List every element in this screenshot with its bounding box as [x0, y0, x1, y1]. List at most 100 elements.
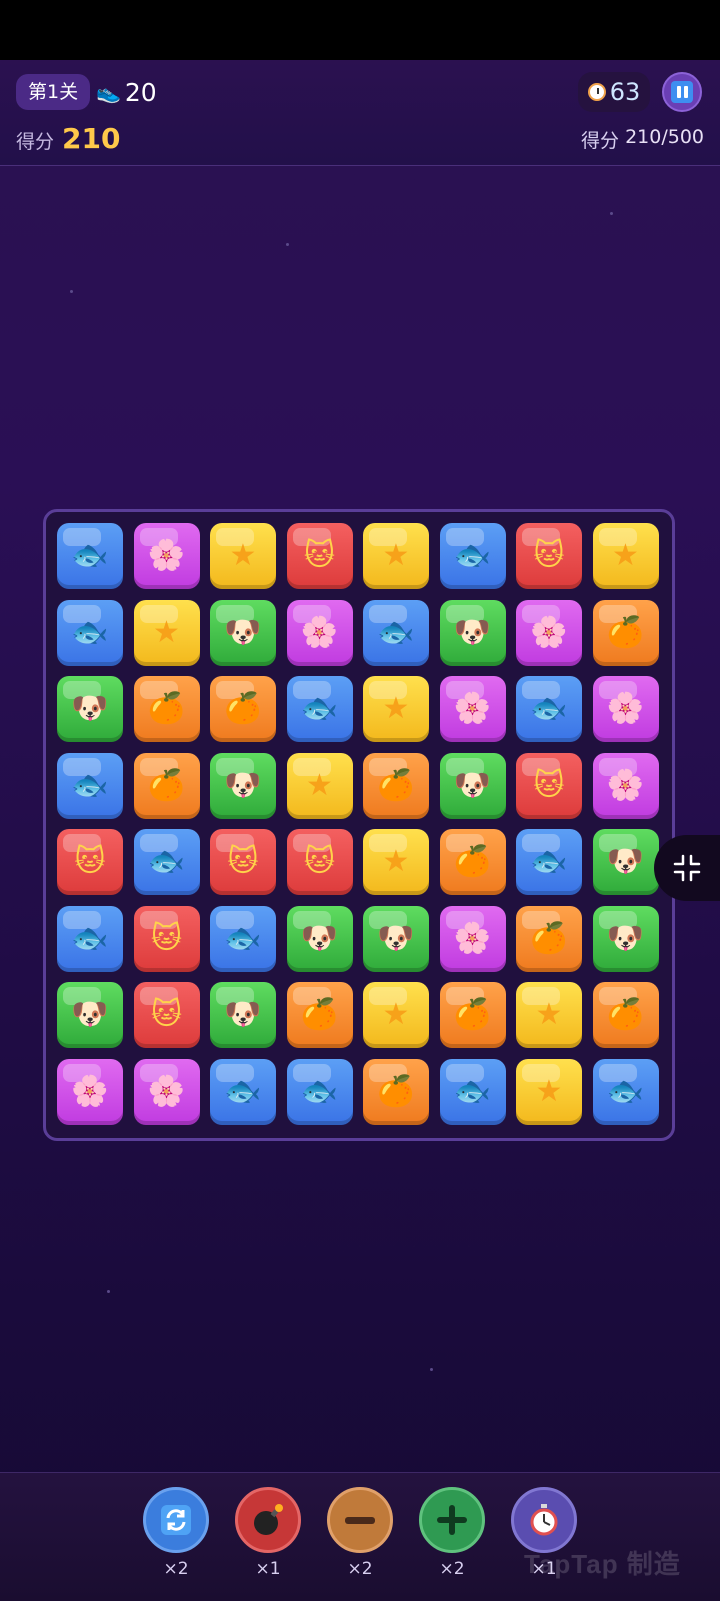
tile-cat[interactable]: 🐱 — [57, 829, 123, 895]
fish-icon: 🐟 — [453, 1073, 492, 1109]
tool-minus[interactable]: ×2 — [325, 1487, 395, 1579]
tile-dog[interactable]: 🐶 — [210, 982, 276, 1048]
tile-star[interactable]: ★ — [286, 752, 353, 819]
tile-dog[interactable]: 🐶 — [210, 752, 276, 819]
refresh-icon — [143, 1487, 209, 1553]
tool-bomb[interactable]: ×1 — [233, 1487, 303, 1579]
cat-icon: 🐱 — [303, 844, 336, 879]
star-icon: ★ — [382, 844, 410, 879]
tile-cat[interactable]: 🐱 — [286, 829, 353, 895]
moves-counter: 👟 20 — [96, 74, 157, 110]
background-star — [430, 1368, 433, 1371]
dog-icon: 🐶 — [377, 920, 415, 956]
tool-plus[interactable]: ×2 — [417, 1487, 487, 1579]
tile-flower[interactable]: 🌸 — [57, 1058, 123, 1125]
tile-fish[interactable]: 🐟 — [592, 1058, 659, 1125]
cat-icon: 🐱 — [303, 538, 336, 573]
moves-value: 20 — [124, 77, 157, 107]
tile-fish[interactable]: 🐟 — [516, 829, 582, 895]
tile-dog[interactable]: 🐶 — [439, 599, 506, 666]
cat-icon: 🐱 — [150, 920, 183, 956]
tile-fish[interactable]: 🐟 — [516, 676, 582, 742]
tile-orange[interactable]: 🍊 — [210, 676, 276, 742]
tile-orange[interactable]: 🍊 — [439, 982, 506, 1048]
tile-cat[interactable]: 🐱 — [133, 982, 200, 1048]
tile-orange[interactable]: 🍊 — [363, 752, 429, 819]
fish-icon: 🐟 — [606, 1073, 645, 1109]
tile-cat[interactable]: 🐱 — [286, 523, 353, 589]
tile-cat[interactable]: 🐱 — [210, 829, 276, 895]
tile-flower[interactable]: 🌸 — [592, 752, 659, 819]
tile-star[interactable]: ★ — [210, 523, 276, 589]
star-icon: ★ — [306, 767, 333, 803]
tile-dog[interactable]: 🐶 — [592, 905, 659, 972]
tile-orange[interactable]: 🍊 — [516, 905, 582, 972]
orange-icon: 🍊 — [530, 920, 568, 956]
background-star — [610, 212, 613, 215]
tile-dog[interactable]: 🐶 — [210, 599, 276, 666]
tile-dog[interactable]: 🐶 — [57, 676, 123, 742]
background-star — [107, 1290, 110, 1293]
tile-flower[interactable]: 🌸 — [516, 599, 582, 666]
tile-fish[interactable]: 🐟 — [363, 599, 429, 666]
tile-star[interactable]: ★ — [363, 982, 429, 1048]
tile-flower[interactable]: 🌸 — [439, 905, 506, 972]
tile-dog[interactable]: 🐶 — [439, 752, 506, 819]
plus-icon — [419, 1487, 485, 1553]
tile-orange[interactable]: 🍊 — [286, 982, 353, 1048]
tile-orange[interactable]: 🍊 — [592, 982, 659, 1048]
tile-orange[interactable]: 🍊 — [439, 829, 506, 895]
tile-star[interactable]: ★ — [516, 982, 582, 1048]
tool-refresh[interactable]: ×2 — [141, 1487, 211, 1579]
pause-button[interactable] — [662, 72, 702, 112]
tile-fish[interactable]: 🐟 — [57, 905, 123, 972]
tile-flower[interactable]: 🌸 — [286, 599, 353, 666]
score-value: 210 — [62, 122, 121, 155]
tile-fish[interactable]: 🐟 — [57, 523, 123, 589]
tile-star[interactable]: ★ — [363, 829, 429, 895]
tile-cat[interactable]: 🐱 — [133, 905, 200, 972]
exit-fullscreen-button[interactable] — [654, 835, 720, 901]
fish-icon: 🐟 — [147, 844, 186, 879]
tile-star[interactable]: ★ — [363, 523, 429, 589]
tile-orange[interactable]: 🍊 — [133, 676, 200, 742]
tile-dog[interactable]: 🐶 — [286, 905, 353, 972]
tile-star[interactable]: ★ — [516, 1058, 582, 1125]
tile-fish[interactable]: 🐟 — [286, 676, 353, 742]
tile-flower[interactable]: 🌸 — [133, 1058, 200, 1125]
orange-icon: 🍊 — [453, 844, 492, 879]
tile-fish[interactable]: 🐟 — [439, 523, 506, 589]
tile-cat[interactable]: 🐱 — [516, 752, 582, 819]
dog-icon: 🐶 — [300, 920, 339, 956]
tile-star[interactable]: ★ — [133, 599, 200, 666]
tile-star[interactable]: ★ — [592, 523, 659, 589]
game-header: 第1关 👟 20 63 得分 210 得分 210/500 — [0, 60, 720, 166]
tool-count: ×2 — [439, 1559, 465, 1579]
tile-fish[interactable]: 🐟 — [286, 1058, 353, 1125]
sneaker-icon: 👟 — [96, 80, 121, 104]
tile-star[interactable]: ★ — [363, 676, 429, 742]
tile-fish[interactable]: 🐟 — [439, 1058, 506, 1125]
flower-icon: 🌸 — [147, 1073, 186, 1109]
tile-dog[interactable]: 🐶 — [592, 829, 659, 895]
bomb-icon — [235, 1487, 301, 1553]
tile-orange[interactable]: 🍊 — [363, 1058, 429, 1125]
tools-bar: ×2 ×1 ×2 ×2 ×1 TapTap 制造 — [0, 1472, 720, 1601]
star-icon: ★ — [382, 997, 410, 1032]
target-value: 210/500 — [625, 126, 704, 148]
tile-flower[interactable]: 🌸 — [133, 523, 200, 589]
tile-fish[interactable]: 🐟 — [210, 1058, 276, 1125]
tile-fish[interactable]: 🐟 — [133, 829, 200, 895]
cat-icon: 🐱 — [74, 844, 106, 879]
tile-fish[interactable]: 🐟 — [210, 905, 276, 972]
tile-fish[interactable]: 🐟 — [57, 599, 123, 666]
tile-dog[interactable]: 🐶 — [363, 905, 429, 972]
tile-fish[interactable]: 🐟 — [57, 752, 123, 819]
tile-flower[interactable]: 🌸 — [592, 676, 659, 742]
tile-cat[interactable]: 🐱 — [516, 523, 582, 589]
tile-dog[interactable]: 🐶 — [57, 982, 123, 1048]
tile-flower[interactable]: 🌸 — [439, 676, 506, 742]
tile-orange[interactable]: 🍊 — [133, 752, 200, 819]
orange-icon: 🍊 — [377, 767, 415, 803]
tile-orange[interactable]: 🍊 — [592, 599, 659, 666]
